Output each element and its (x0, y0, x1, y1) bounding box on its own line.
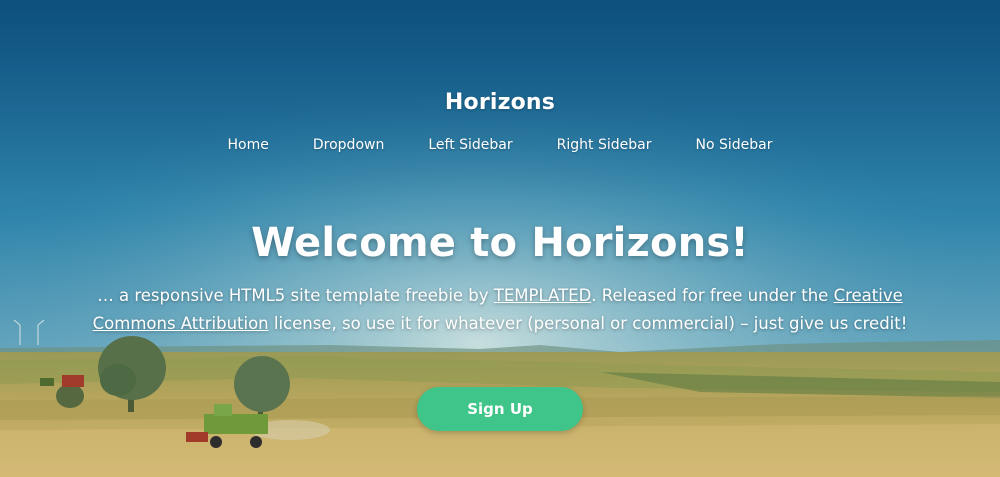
hero-description: … a responsive HTML5 site template freeb… (80, 282, 920, 338)
main-nav: Home Dropdown Left Sidebar Right Sidebar… (0, 137, 1000, 153)
site-logo[interactable]: Horizons (0, 90, 1000, 115)
nav-home[interactable]: Home (228, 137, 269, 153)
nav-left-sidebar[interactable]: Left Sidebar (428, 137, 512, 153)
desc-part-1: … a responsive HTML5 site template freeb… (97, 286, 494, 305)
templated-link[interactable]: TEMPLATED (494, 286, 591, 305)
sign-up-button[interactable]: Sign Up (417, 387, 583, 431)
nav-right-sidebar[interactable]: Right Sidebar (557, 137, 652, 153)
desc-part-2: . Released for free under the (591, 286, 834, 305)
tree-small (56, 384, 84, 408)
desc-part-3: license, so use it for whatever (persona… (268, 314, 908, 333)
nav-no-sidebar[interactable]: No Sidebar (695, 137, 772, 153)
site-header: Horizons Home Dropdown Left Sidebar Righ… (0, 0, 1000, 153)
nav-dropdown[interactable]: Dropdown (313, 137, 384, 153)
hero-banner: Welcome to Horizons! … a responsive HTML… (0, 220, 1000, 338)
hero-title: Welcome to Horizons! (251, 220, 749, 266)
